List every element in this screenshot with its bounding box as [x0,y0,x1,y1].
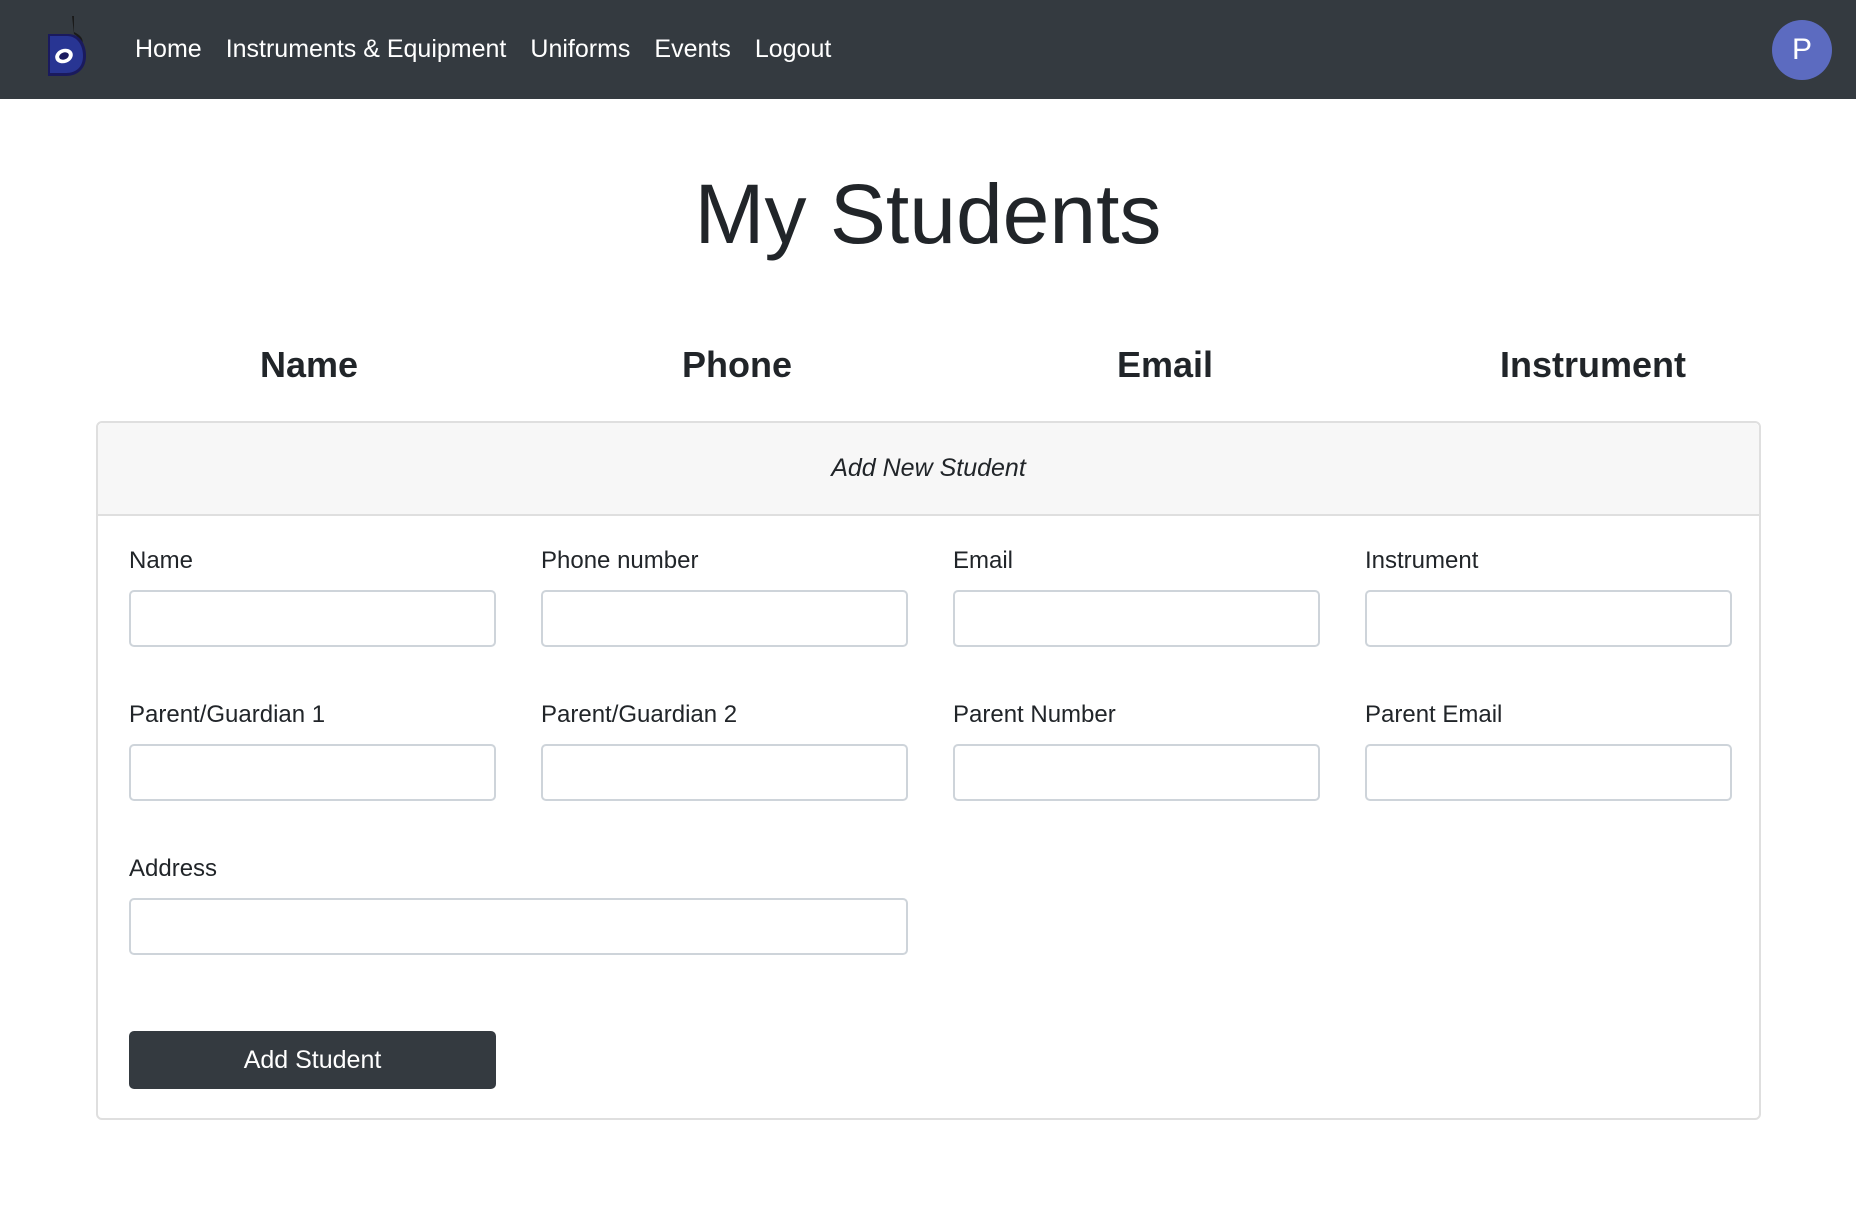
phone-label: Phone number [541,547,699,574]
parent2-field-group: Parent/Guardian 2 [541,700,908,801]
parent-number-field-group: Parent Number [953,700,1320,801]
parent1-field-group: Parent/Guardian 1 [129,700,496,801]
nav-link-uniforms[interactable]: Uniforms [530,35,630,64]
column-header-phone: Phone [681,344,792,385]
nav-link-home[interactable]: Home [135,35,202,64]
instrument-input[interactable] [1365,590,1732,647]
add-student-card: Add New Student Name Phone number Email … [96,421,1761,1120]
column-header-email: Email [1116,344,1214,385]
parent-number-input[interactable] [953,744,1320,801]
email-field-group: Email [953,546,1320,647]
add-student-card-header: Add New Student [98,423,1759,516]
name-field-group: Name [129,546,496,647]
parent2-label: Parent/Guardian 2 [541,701,738,728]
nav-link-events[interactable]: Events [654,35,730,64]
page-title: My Students [694,167,1162,261]
parent1-label: Parent/Guardian 1 [129,701,326,728]
parent-email-label: Parent Email [1365,701,1503,728]
column-header-name: Name [259,344,359,385]
column-header-instrument: Instrument [1499,344,1686,385]
parent2-input[interactable] [541,744,908,801]
email-label: Email [953,547,1014,574]
add-student-button[interactable]: Add Student [129,1031,496,1089]
nav-link-logout[interactable]: Logout [755,35,831,64]
address-field-group: Address [129,854,908,955]
parent-email-input[interactable] [1365,744,1732,801]
top-navbar: Home Instruments & Equipment Uniforms Ev… [0,0,1856,99]
app-logo-icon[interactable] [42,14,90,78]
parent-number-label: Parent Number [953,701,1116,728]
email-input[interactable] [953,590,1320,647]
students-table-header: Name Phone Email Instrument [95,340,1807,390]
instrument-field-group: Instrument [1365,546,1732,647]
phone-field-group: Phone number [541,546,908,647]
name-input[interactable] [129,590,496,647]
instrument-label: Instrument [1365,547,1479,574]
user-avatar[interactable]: P [1772,20,1832,80]
nav-link-instruments-equipment[interactable]: Instruments & Equipment [226,35,507,64]
phone-input[interactable] [541,590,908,647]
address-label: Address [129,855,218,882]
nav-links: Home Instruments & Equipment Uniforms Ev… [135,0,855,99]
address-input[interactable] [129,898,908,955]
parent-email-field-group: Parent Email [1365,700,1732,801]
parent1-input[interactable] [129,744,496,801]
name-label: Name [129,547,194,574]
